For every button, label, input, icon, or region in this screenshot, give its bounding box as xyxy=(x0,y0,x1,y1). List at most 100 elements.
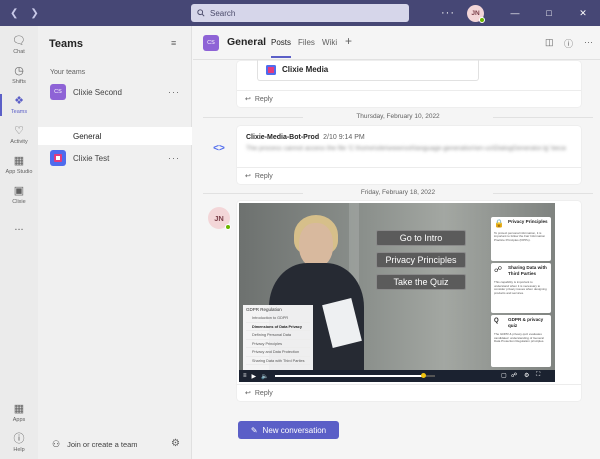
clixie-icon: ▣ xyxy=(13,184,25,197)
video-message-card: Go to Intro Privacy Principles Take the … xyxy=(237,201,581,401)
user-avatar[interactable]: JN xyxy=(467,4,485,23)
bell-icon: ♡ xyxy=(14,124,24,137)
app-studio-icon: ▦ xyxy=(13,154,25,167)
privacy-principles-button[interactable]: Privacy Principles xyxy=(376,252,466,268)
reply-button[interactable]: ↩ Reply xyxy=(237,384,581,401)
play-icon[interactable]: ▶ xyxy=(252,373,257,380)
video-progress-fill xyxy=(275,375,424,377)
channel-header: CS General Posts Files Wiki + ◫ ⓘ ··· xyxy=(193,26,600,60)
history-nav: ❮ ❯ xyxy=(10,8,39,19)
rail-item-chat[interactable]: 🗨 Chat xyxy=(0,30,38,60)
video-side-cards: 🔒 Privacy Principles To protect personal… xyxy=(491,217,551,367)
clixie-logo-icon xyxy=(266,64,276,75)
reply-button[interactable]: ↩ Reply xyxy=(237,90,581,107)
video-progress-bar[interactable] xyxy=(275,373,435,378)
team-item-clixie-test[interactable]: Clixie Test ··· xyxy=(38,148,192,168)
chapter-item[interactable]: Sharing Data with Third Parties xyxy=(246,357,310,365)
meet-video-icon[interactable]: ◫ xyxy=(545,37,554,48)
search-input[interactable]: Search xyxy=(191,4,409,22)
chapter-item[interactable]: Privacy and Data Protection xyxy=(246,348,310,357)
rail-item-shifts[interactable]: ◷ Shifts xyxy=(0,60,38,90)
settings-icon[interactable]: ⚙ xyxy=(524,372,529,379)
rail-item-app-studio[interactable]: ▦ App Studio xyxy=(0,150,38,180)
bot-avatar: <> xyxy=(213,142,225,154)
join-create-team-button[interactable]: ⚇ Join or create a team xyxy=(52,439,138,450)
message-feed: Clixie Media ↩ Reply Thursday, February … xyxy=(193,59,600,459)
search-placeholder: Search xyxy=(210,8,236,18)
help-icon: ⓘ xyxy=(13,432,25,445)
side-card-sharing-data[interactable]: ☍ Sharing Data with Third Parties This c… xyxy=(491,263,551,313)
more-options-icon[interactable]: ··· xyxy=(168,153,180,163)
share-icon: ☍ xyxy=(494,265,503,274)
search-icon xyxy=(197,9,205,17)
chapter-item[interactable]: Introduction to GDPR xyxy=(246,314,310,323)
more-apps-button[interactable]: ... xyxy=(0,212,38,242)
channel-item-general[interactable]: General xyxy=(38,127,192,145)
interactive-video[interactable]: Go to Intro Privacy Principles Take the … xyxy=(239,203,555,382)
rail-item-teams[interactable]: ❖ Teams xyxy=(0,90,38,120)
more-options-icon[interactable]: ··· xyxy=(168,87,180,97)
rail-item-activity[interactable]: ♡ Activity xyxy=(0,120,38,150)
app-rail: 🗨 Chat ◷ Shifts ❖ Teams ♡ Activity ▦ App… xyxy=(0,26,38,459)
lock-icon: 🔒 xyxy=(494,219,504,228)
presence-available-icon xyxy=(225,224,231,230)
new-conversation-button[interactable]: ✎ New conversation xyxy=(238,421,339,439)
date-separator: Thursday, February 10, 2022 xyxy=(203,113,593,120)
go-to-intro-button[interactable]: Go to Intro xyxy=(376,230,466,246)
side-card-privacy-principles[interactable]: 🔒 Privacy Principles To protect personal… xyxy=(491,217,551,261)
chapter-menu-title: GDPR Regulation xyxy=(246,307,282,312)
filter-icon[interactable]: ≡ xyxy=(171,38,176,48)
chapter-menu: GDPR Regulation Introduction to GDPR Dim… xyxy=(243,305,313,371)
tab-files[interactable]: Files xyxy=(298,38,315,47)
message-timestamp: 2/10 9:14 PM xyxy=(323,134,365,141)
info-icon[interactable]: ⓘ xyxy=(564,37,573,50)
rail-item-clixie[interactable]: ▣ Clixie xyxy=(0,180,38,210)
presence-available-icon xyxy=(479,16,485,23)
clixie-logo-icon xyxy=(54,154,62,162)
chapters-menu-icon[interactable]: ≡ xyxy=(243,373,247,379)
side-card-gdpr-quiz[interactable]: Q GDPR & privacy quiz The GDPR & privacy… xyxy=(491,315,551,367)
tab-wiki[interactable]: Wiki xyxy=(322,38,337,47)
cc-icon[interactable]: ▢ xyxy=(501,372,507,379)
minimize-button[interactable]: — xyxy=(498,0,532,26)
rail-item-help[interactable]: ⓘ Help xyxy=(0,428,38,458)
teams-icon: ❖ xyxy=(14,94,24,107)
video-progress-thumb[interactable] xyxy=(421,373,427,378)
your-teams-label: Your teams xyxy=(50,69,86,76)
settings-more-icon[interactable]: ··· xyxy=(441,7,455,19)
team-avatar: CS xyxy=(50,84,66,100)
quiz-icon: Q xyxy=(494,318,499,324)
message-sender: Clixie-Media-Bot-Prod 2/10 9:14 PM xyxy=(246,134,365,141)
adaptive-card: Clixie Media xyxy=(257,59,479,81)
take-quiz-button[interactable]: Take the Quiz xyxy=(376,274,466,290)
apps-icon: ▦ xyxy=(13,402,25,415)
back-arrow-icon[interactable]: ❮ xyxy=(10,8,18,19)
video-controls: ≡ ▶ 🔈 ▢ ☍ ⚙ ⛶ xyxy=(239,370,555,382)
presenter-head xyxy=(299,223,333,267)
chapter-item-current[interactable]: Dimensions of Data Privacy xyxy=(246,323,310,331)
forward-arrow-icon[interactable]: ❯ xyxy=(30,8,38,19)
team-name: Clixie Second xyxy=(73,87,122,97)
message-card: Clixie Media ↩ Reply xyxy=(237,59,581,107)
close-button[interactable]: ✕ xyxy=(566,0,600,26)
chapter-item[interactable]: Privacy Principles xyxy=(246,340,310,348)
share-icon[interactable]: ☍ xyxy=(511,372,517,379)
message-card: Clixie-Media-Bot-Prod 2/10 9:14 PM The pr… xyxy=(237,126,581,184)
reply-icon: ↩ xyxy=(245,96,251,103)
team-item-clixie-second[interactable]: CS Clixie Second ··· xyxy=(38,82,192,102)
gear-icon[interactable]: ⚙ xyxy=(171,438,180,449)
tab-posts[interactable]: Posts xyxy=(271,38,292,58)
volume-icon[interactable]: 🔈 xyxy=(261,373,268,380)
team-avatar: CS xyxy=(203,35,219,51)
add-tab-icon[interactable]: + xyxy=(345,34,352,48)
reply-button[interactable]: ↩ Reply xyxy=(237,167,581,184)
maximize-button[interactable]: □ xyxy=(532,0,566,26)
channel-title: General xyxy=(227,36,267,48)
team-name: Clixie Test xyxy=(73,153,110,163)
chapter-item[interactable]: Defining Personal Data xyxy=(246,331,310,340)
join-team-icon: ⚇ xyxy=(52,439,61,449)
rail-item-apps[interactable]: ▦ Apps xyxy=(0,398,38,428)
more-options-icon[interactable]: ··· xyxy=(584,37,593,47)
fullscreen-icon[interactable]: ⛶ xyxy=(536,372,540,379)
message-body: The process cannot access the file 'C:\h… xyxy=(246,145,566,152)
